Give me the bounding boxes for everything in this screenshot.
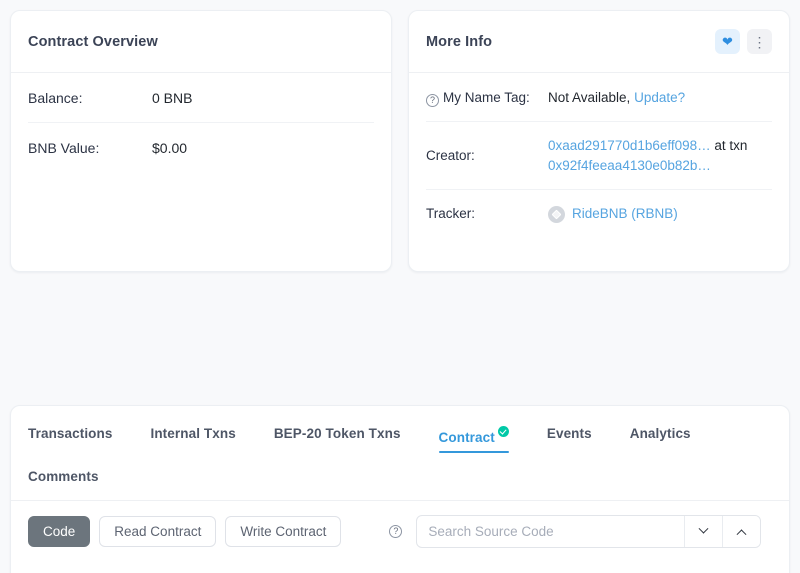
bnb-value-row: BNB Value: $0.00 (28, 122, 374, 172)
balance-row: Balance: 0 BNB (28, 73, 374, 122)
more-info-title: More Info (426, 33, 493, 50)
tab-internal-txns-label: Internal Txns (150, 426, 236, 441)
search-help-question-mark-icon[interactable]: ? (389, 525, 403, 538)
bnb-value-label: BNB Value: (28, 140, 100, 156)
tracker-token-link[interactable]: RideBNB (RBNB) (572, 204, 678, 224)
question-mark-icon[interactable]: ? (426, 93, 439, 107)
more-info-header: More Info ❤ ⋮ (409, 11, 789, 73)
tracker-row: Tracker: RideBNB (RBNB) (426, 189, 772, 237)
creator-connector-text: at txn (714, 138, 748, 153)
contract-overview-title: Contract Overview (28, 33, 158, 50)
bnb-value-value: $0.00 (152, 140, 188, 156)
tracker-label: Tracker: (426, 206, 476, 221)
name-tag-label: ? My Name Tag: (426, 88, 548, 108)
creator-value: 0xaad291770d1b6eff098… at txn 0x92f4feea… (548, 136, 772, 176)
tab-transactions[interactable]: Transactions (28, 420, 112, 459)
write-contract-button[interactable]: Write Contract (225, 516, 342, 547)
tab-transactions-label: Transactions (28, 426, 113, 441)
name-tag-row: ? My Name Tag: Not Available, Update? (426, 73, 772, 121)
contract-overview-body: Balance: 0 BNB BNB Value: $0.00 (11, 73, 391, 172)
contract-overview-header: Contract Overview (11, 11, 391, 73)
more-vertical-icon: ⋮ (752, 33, 767, 50)
contract-toolbar: Code Read Contract Write Contract ? (11, 501, 789, 548)
chevron-down-icon (698, 523, 709, 534)
search-source-code-box (416, 515, 762, 548)
contract-mode-buttons: Code Read Contract Write Contract (28, 516, 342, 547)
creator-address-link[interactable]: 0xaad291770d1b6eff098… (548, 138, 711, 153)
token-diamond-icon (548, 205, 565, 223)
tab-bep20-token-txns[interactable]: BEP-20 Token Txns (274, 420, 401, 459)
more-info-body: ? My Name Tag: Not Available, Update? Cre… (409, 73, 789, 237)
tracker-value: RideBNB (RBNB) (548, 204, 678, 224)
search-next-button[interactable] (684, 516, 723, 547)
creator-row: Creator: 0xaad291770d1b6eff098… at txn 0… (426, 121, 772, 189)
search-source-code-input[interactable] (417, 516, 685, 547)
more-info-actions: ❤ ⋮ (715, 29, 772, 54)
favorite-button[interactable]: ❤ (715, 29, 740, 54)
tab-contract-label: Contract (438, 430, 495, 445)
read-contract-button[interactable]: Read Contract (99, 516, 217, 547)
heart-icon: ❤ (722, 34, 733, 49)
tab-events-label: Events (546, 426, 592, 441)
chevron-up-icon (736, 529, 747, 540)
tab-contract[interactable]: Contract (438, 420, 510, 459)
token-diamond-inner (551, 209, 562, 219)
tab-bar-row-2: Comments (28, 459, 772, 500)
name-tag-update-link[interactable]: Update? (634, 90, 685, 105)
tab-events[interactable]: Events (547, 420, 592, 459)
name-tag-status: Not Available, (548, 89, 631, 105)
tab-internal-txns[interactable]: Internal Txns (150, 420, 235, 459)
tab-bar: Transactions Internal Txns BEP-20 Token … (11, 406, 789, 501)
creator-txn-link[interactable]: 0x92f4feeaa4130e0b82b… (548, 158, 711, 173)
name-tag-value: Not Available, Update? (548, 88, 685, 108)
contract-overview-card: Contract Overview Balance: 0 BNB BNB Val… (10, 10, 392, 272)
more-info-card: More Info ❤ ⋮ ? My Name Tag: Not Availabl… (408, 10, 790, 272)
creator-label: Creator: (426, 148, 475, 163)
tab-analytics[interactable]: Analytics (630, 420, 691, 459)
code-button[interactable]: Code (28, 516, 91, 547)
tab-bep20-token-txns-label: BEP-20 Token Txns (273, 426, 401, 441)
contract-tabs-card: Transactions Internal Txns BEP-20 Token … (10, 405, 790, 573)
more-options-button[interactable]: ⋮ (747, 29, 772, 54)
name-tag-label-text: My Name Tag: (443, 89, 530, 105)
page-root: Contract Overview Balance: 0 BNB BNB Val… (0, 0, 800, 573)
balance-value: 0 BNB (152, 90, 193, 106)
search-prev-button[interactable] (722, 516, 761, 547)
tab-analytics-label: Analytics (629, 426, 691, 441)
verified-check-icon (497, 426, 509, 437)
tab-comments-label: Comments (28, 469, 99, 484)
balance-label: Balance: (28, 90, 83, 106)
source-search-area: ? (389, 515, 772, 548)
tab-comments[interactable]: Comments (28, 459, 772, 500)
